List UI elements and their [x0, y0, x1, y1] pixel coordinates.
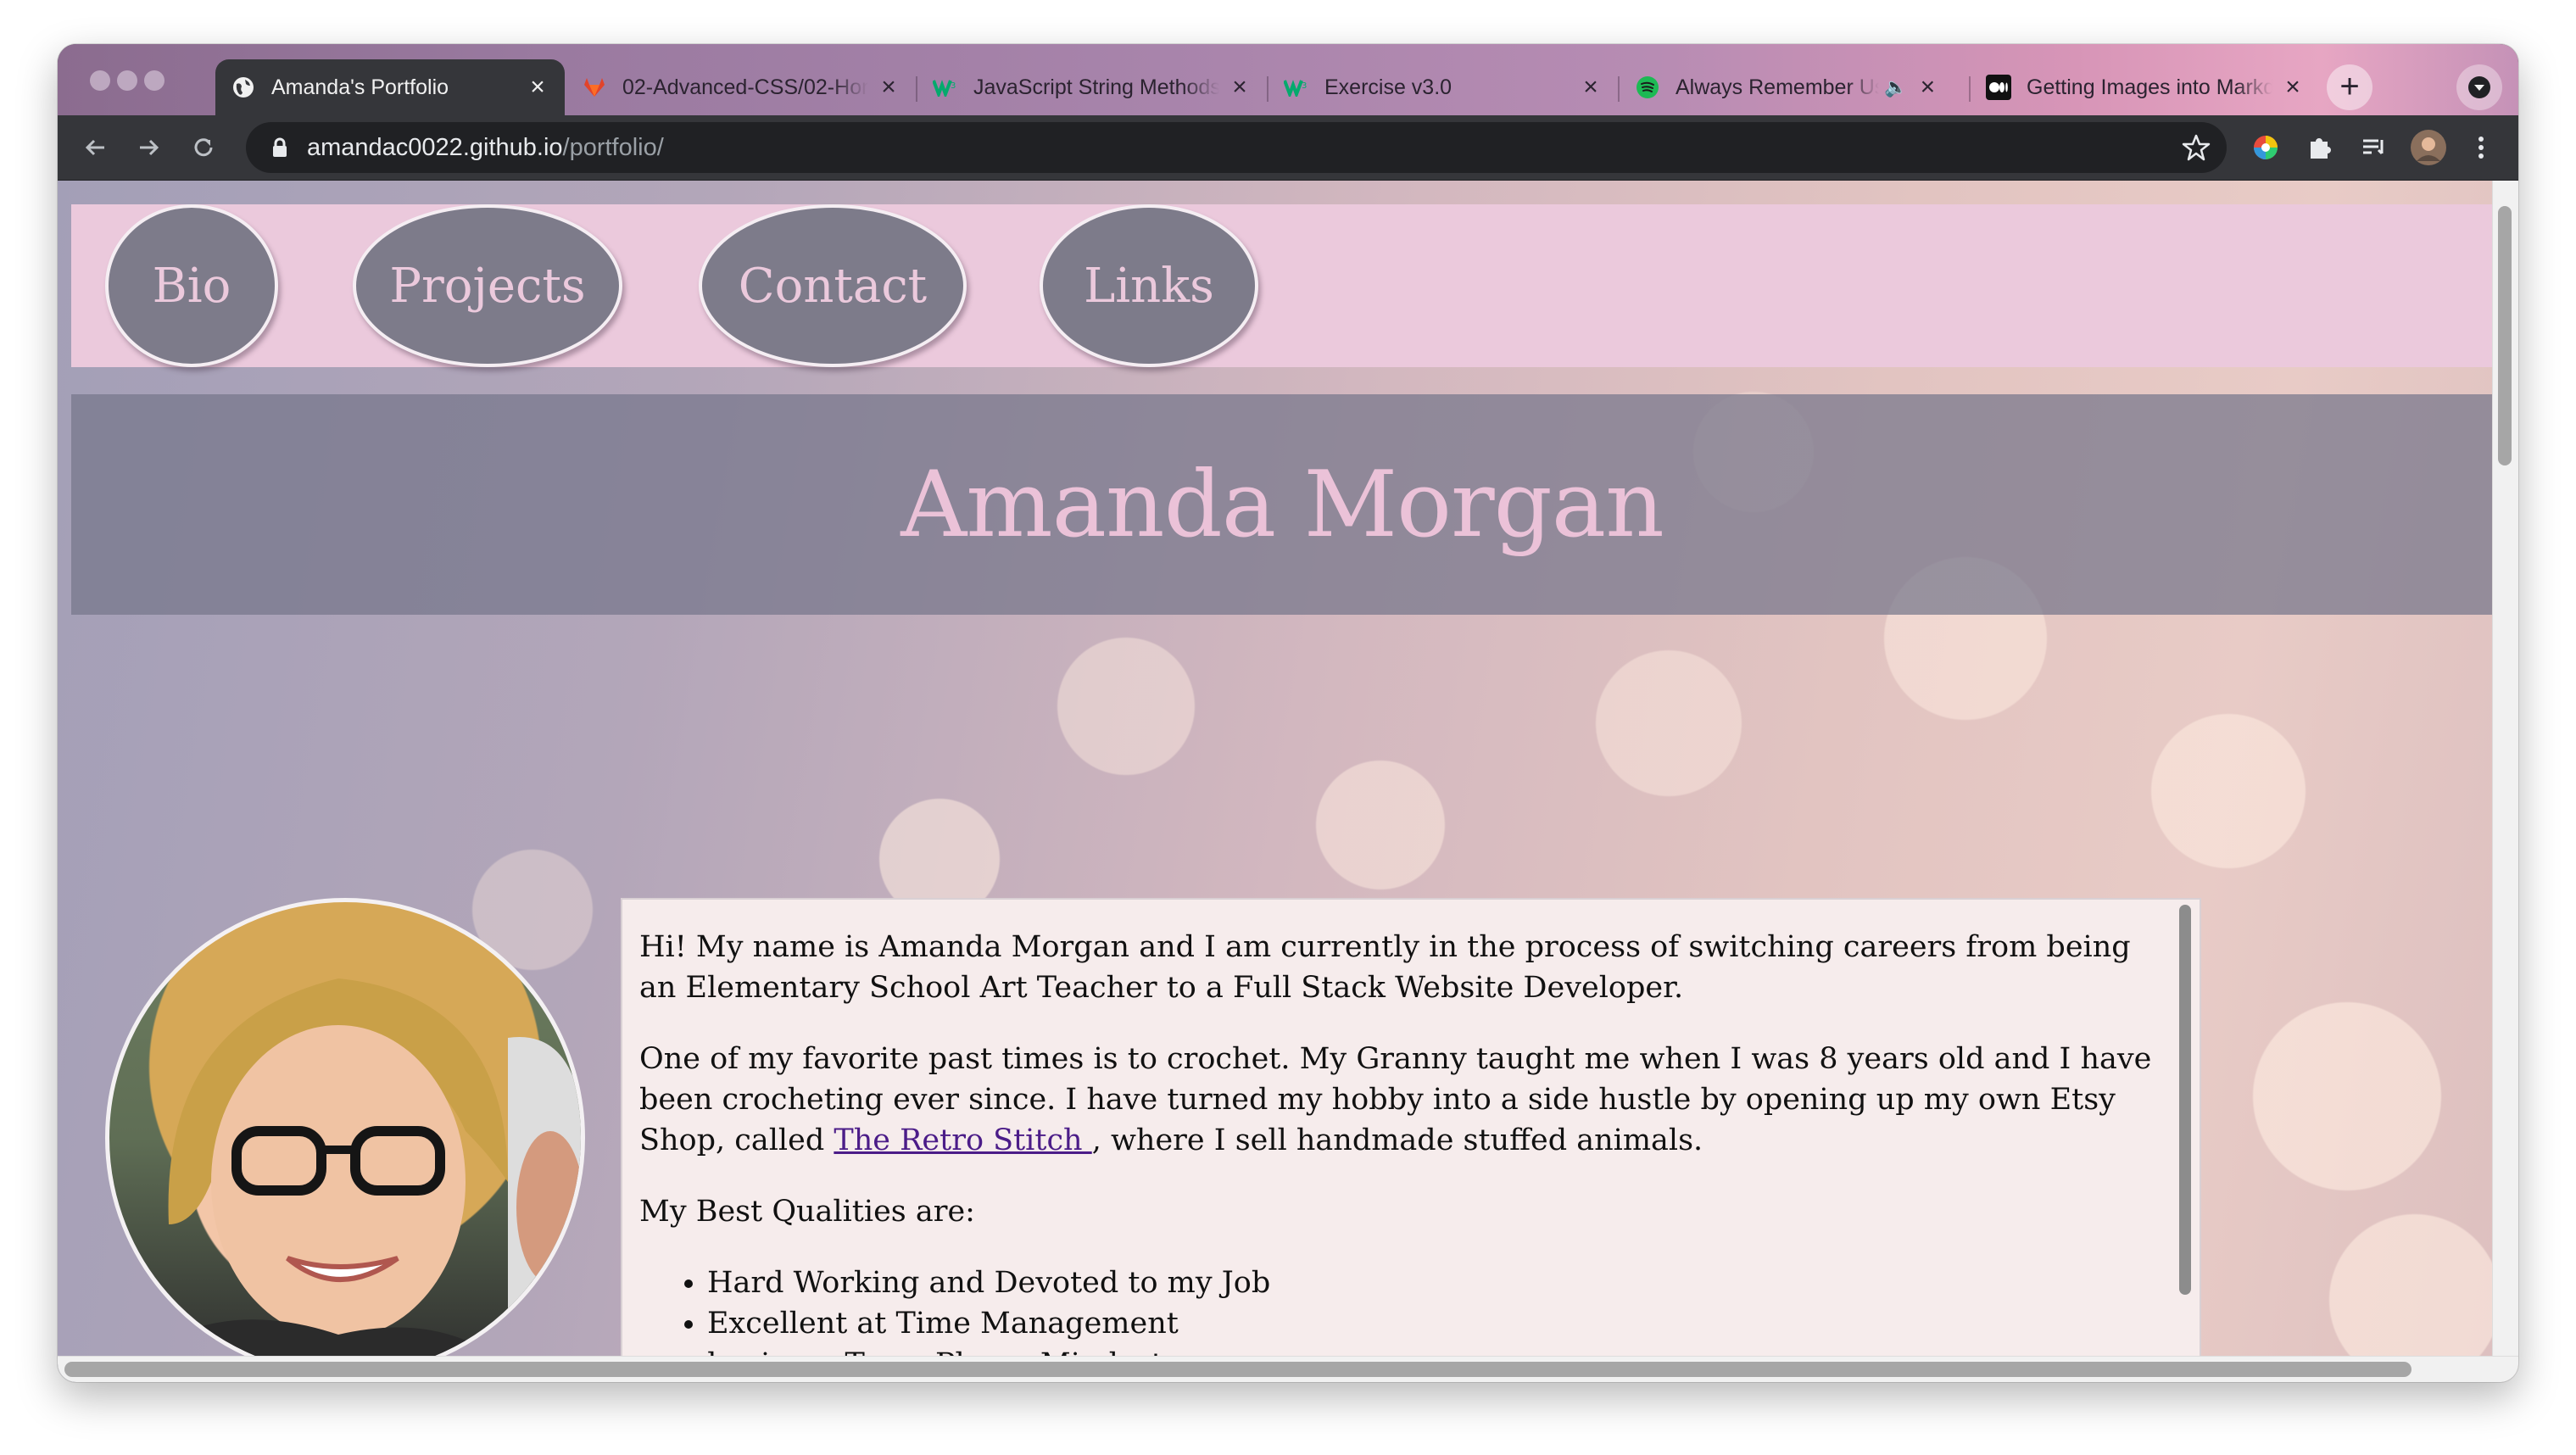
spotify-icon [1635, 75, 1660, 100]
url-text: amandac0022.github.io/portfolio/ [307, 133, 664, 161]
profile-avatar[interactable] [2408, 127, 2449, 168]
horizontal-scrollbar-thumb[interactable] [64, 1362, 2412, 1377]
page-title: Amanda Morgan [900, 451, 1664, 558]
forward-button[interactable] [129, 127, 170, 168]
nav-link-projects[interactable]: Projects [353, 204, 622, 367]
tab-title: 02-Advanced-CSS/02-Homework [622, 75, 868, 99]
nav-link-links[interactable]: Links [1040, 204, 1258, 367]
tab-title: Always Remember Us This Way [1676, 75, 1879, 99]
horizontal-scrollbar[interactable] [58, 1356, 2518, 1382]
page-viewport: Bio Projects Contact Links Amanda Morgan [58, 181, 2518, 1382]
globe-icon [231, 75, 256, 100]
reading-list-icon[interactable] [2354, 127, 2395, 168]
nav-link-bio[interactable]: Bio [105, 204, 278, 367]
gitlab-icon [582, 75, 607, 100]
etsy-shop-link[interactable]: The Retro Stitch [834, 1123, 1091, 1157]
tab-title: Getting Images into Markdown [2027, 75, 2272, 99]
tab-amandas-portfolio[interactable]: Amanda's Portfolio × [215, 59, 565, 115]
reload-button[interactable] [183, 127, 224, 168]
w3schools-icon: 3 [933, 75, 958, 100]
back-arrow-icon [85, 139, 104, 156]
svg-text:3: 3 [951, 81, 956, 91]
bio-section[interactable]: Hi! My name is Amanda Morgan and I am cu… [621, 898, 2201, 1382]
tab-search-button[interactable] [2456, 64, 2502, 110]
color-picker-extension-icon[interactable] [2245, 127, 2286, 168]
profile-photo [105, 898, 585, 1378]
profile-photo-illustration [160, 978, 581, 1374]
browser-window: Amanda's Portfolio × 02-Advanced-CSS/02-… [58, 44, 2518, 1382]
bio-scrollbar[interactable] [2179, 905, 2191, 1295]
tab-getting-images[interactable]: Getting Images into Markdown × [1971, 59, 2320, 115]
window-zoom-button[interactable] [144, 70, 164, 91]
window-minimize-button[interactable] [117, 70, 137, 91]
browser-toolbar: amandac0022.github.io/portfolio/ [58, 115, 2518, 181]
bio-paragraph: One of my favorite past times is to croc… [639, 1042, 2152, 1157]
close-icon[interactable]: × [2281, 75, 2305, 100]
window-close-button[interactable] [90, 70, 110, 91]
medium-icon [1986, 75, 2011, 100]
list-item: Hard Working and Devoted to my Job [707, 1263, 2159, 1303]
close-icon[interactable]: × [1579, 75, 1603, 100]
svg-text:3: 3 [1302, 81, 1307, 91]
more-menu-icon[interactable] [2461, 127, 2501, 168]
bio-paragraph: Hi! My name is Amanda Morgan and I am cu… [639, 930, 2131, 1005]
close-icon[interactable]: × [1915, 75, 1939, 100]
hero-banner: Amanda Morgan [71, 394, 2493, 615]
w3schools-icon: 3 [1284, 75, 1309, 100]
forward-arrow-icon [140, 139, 159, 156]
address-bar[interactable]: amandac0022.github.io/portfolio/ [246, 122, 2227, 173]
portfolio-page: Bio Projects Contact Links Amanda Morgan [71, 181, 2493, 1382]
chevron-down-icon [2468, 76, 2490, 98]
vertical-scrollbar-thumb[interactable] [2498, 206, 2512, 465]
tab-title: Amanda's Portfolio [271, 75, 449, 99]
vertical-scrollbar[interactable] [2492, 181, 2518, 1382]
tab-exercise[interactable]: 3 Exercise v3.0 × [1268, 59, 1618, 115]
nav-link-contact[interactable]: Contact [699, 204, 967, 367]
close-icon[interactable]: × [526, 75, 549, 100]
back-button[interactable] [75, 127, 115, 168]
lock-icon[interactable] [268, 137, 292, 158]
extensions-puzzle-icon[interactable] [2300, 127, 2340, 168]
tab-title: Exercise v3.0 [1324, 75, 1452, 99]
speaker-icon[interactable]: 🔈 [1884, 76, 1907, 98]
close-icon[interactable]: × [877, 75, 900, 100]
tab-strip: Amanda's Portfolio × 02-Advanced-CSS/02-… [58, 44, 2518, 115]
close-icon[interactable]: × [1228, 75, 1252, 100]
qualities-heading: My Best Qualities are: [639, 1195, 975, 1229]
tab-title: JavaScript String Methods [973, 75, 1219, 99]
bookmark-star-icon[interactable] [2181, 132, 2211, 167]
tab-always-remember[interactable]: Always Remember Us This Way 🔈 × [1620, 59, 1969, 115]
reload-icon [194, 138, 213, 157]
new-tab-button[interactable]: + [2327, 64, 2372, 110]
site-nav-bar: Bio Projects Contact Links [71, 204, 2493, 367]
list-item: Excellent at Time Management [707, 1303, 2159, 1344]
tab-javascript-string-methods[interactable]: 3 JavaScript String Methods × [917, 59, 1267, 115]
tab-advanced-css[interactable]: 02-Advanced-CSS/02-Homework × [566, 59, 916, 115]
